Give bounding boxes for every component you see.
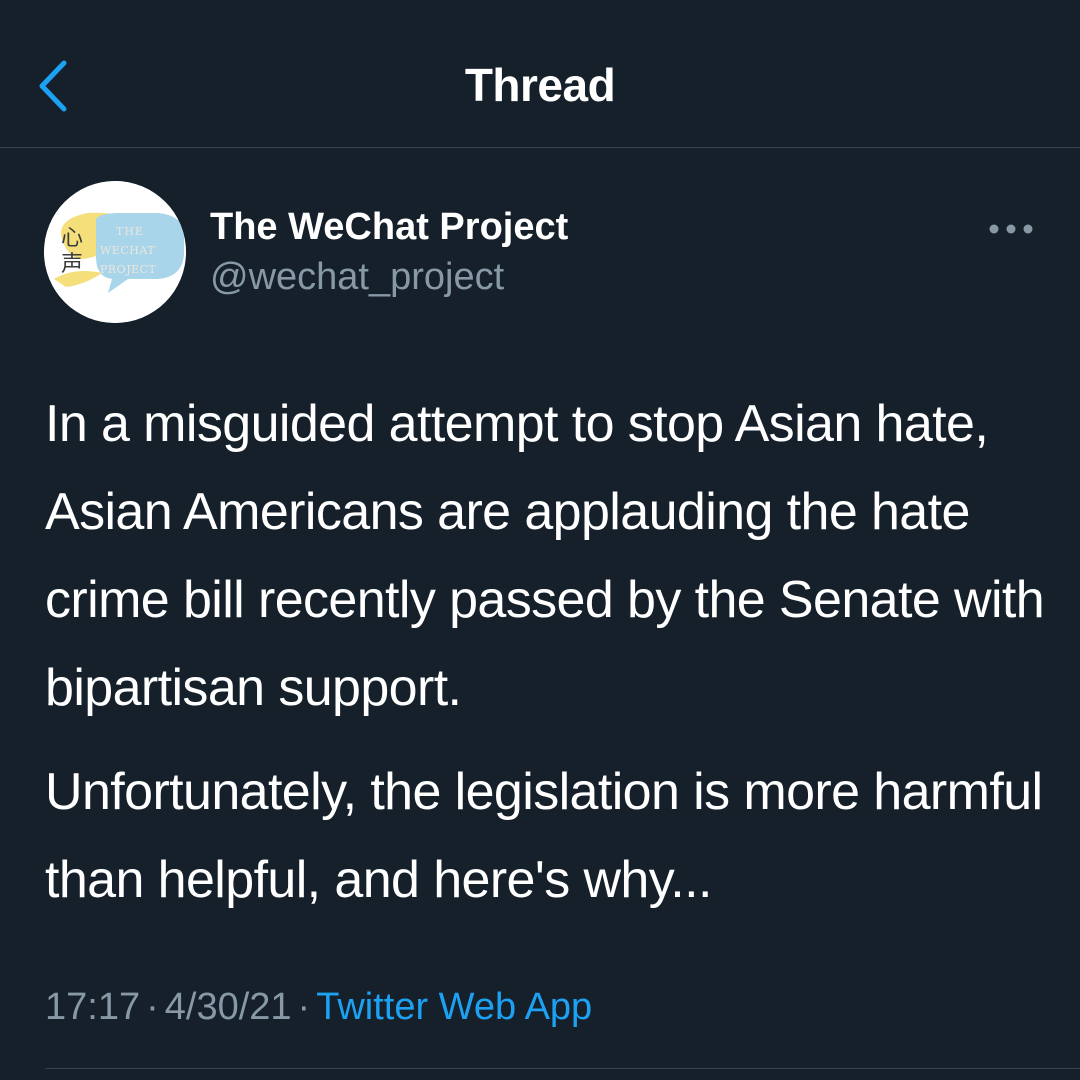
svg-text:PROJECT: PROJECT bbox=[100, 263, 157, 276]
tweet-source-link[interactable]: Twitter Web App bbox=[316, 986, 592, 1028]
divider bbox=[45, 1068, 1080, 1069]
logo-chinese-text: 心声 bbox=[61, 226, 83, 277]
author-name[interactable]: The WeChat Project bbox=[210, 206, 568, 249]
page-title: Thread bbox=[464, 59, 616, 111]
svg-text:THE: THE bbox=[116, 225, 144, 238]
more-options-button[interactable] bbox=[986, 214, 1036, 244]
separator: · bbox=[297, 986, 311, 1028]
wechat-project-logo: 心声 THE WECHAT PROJECT bbox=[44, 181, 186, 323]
more-horizontal-icon bbox=[989, 224, 1033, 234]
separator: · bbox=[146, 986, 159, 1028]
svg-text:WECHAT: WECHAT bbox=[100, 244, 155, 257]
tweet-date[interactable]: 4/30/21 bbox=[165, 986, 292, 1028]
tweet-metadata: 17:17 · 4/30/21 · Twitter Web App bbox=[45, 986, 592, 1029]
tweet-paragraph: In a misguided attempt to stop Asian hat… bbox=[45, 395, 1045, 717]
tweet-paragraph: Unfortunately, the legislation is more h… bbox=[45, 763, 1043, 909]
tweet-time[interactable]: 17:17 bbox=[45, 986, 140, 1028]
avatar[interactable]: 心声 THE WECHAT PROJECT bbox=[44, 181, 186, 323]
top-nav-bar: Thread bbox=[0, 0, 1080, 148]
author-handle[interactable]: @wechat_project bbox=[210, 256, 504, 299]
tweet-text: In a misguided attempt to stop Asian hat… bbox=[45, 380, 1045, 924]
